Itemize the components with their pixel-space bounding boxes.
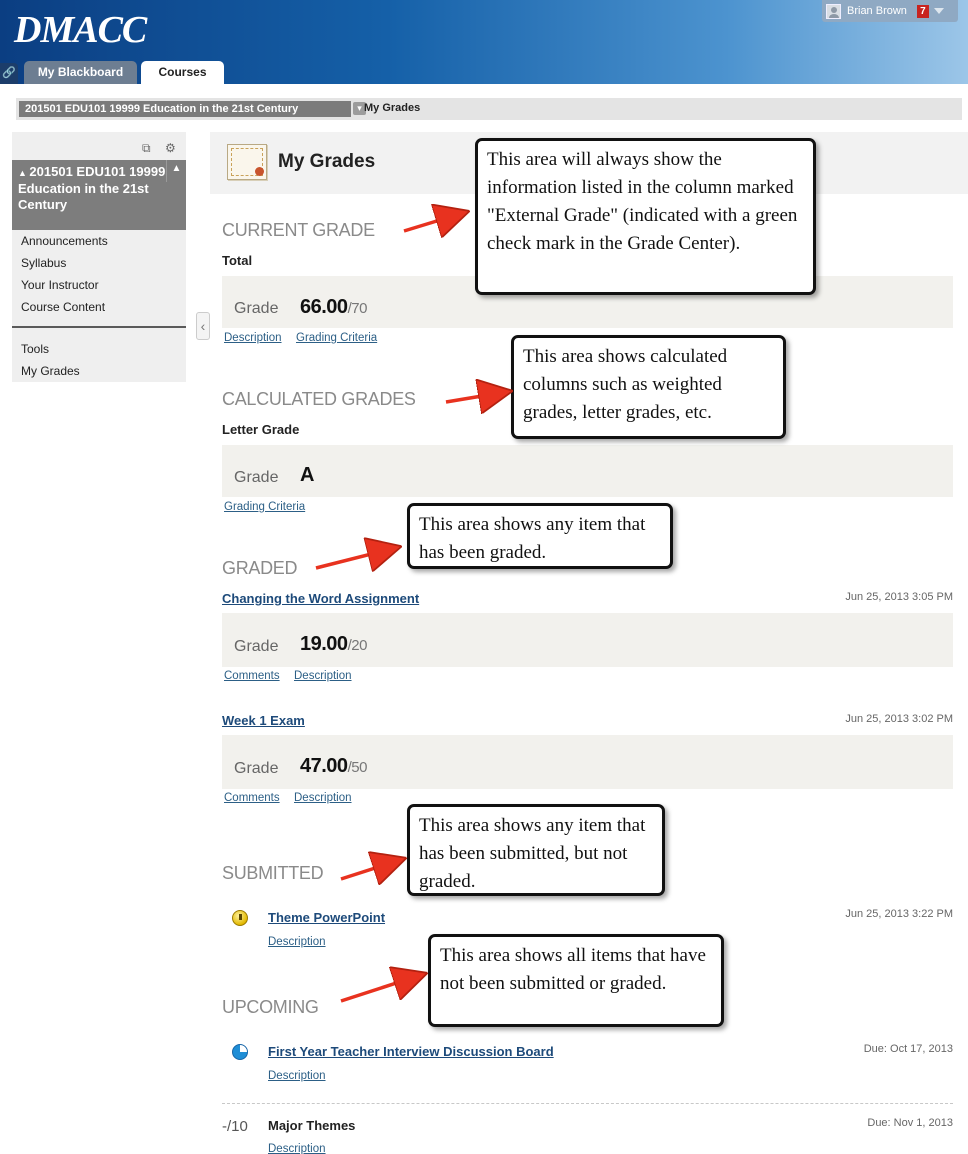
callout-calculated-grades: This area shows calculated columns such … (511, 335, 786, 439)
graded-item-link[interactable]: Week 1 Exam (222, 713, 305, 728)
grade-value: 66.00/70 (300, 296, 367, 318)
sidebar-item-announcements[interactable]: Announcements (21, 234, 108, 248)
logo[interactable]: DMACC (14, 8, 147, 52)
item-score: -/10 (222, 1118, 248, 1135)
section-heading-upcoming: UPCOMING (222, 997, 319, 1017)
section-heading-calculated-grades: CALCULATED GRADES (222, 389, 416, 409)
user-menu[interactable]: Brian Brown 7 (822, 0, 958, 22)
chevron-left-icon[interactable]: ‹ (196, 312, 210, 340)
grade-value: A (300, 464, 314, 486)
section-heading-submitted: SUBMITTED (222, 863, 324, 883)
page-title: My Grades (278, 151, 376, 172)
description-link[interactable]: Description (294, 792, 352, 804)
window-icon[interactable]: ⧉ (142, 141, 151, 156)
description-link[interactable]: Description (268, 1143, 326, 1154)
sidebar-item-tools[interactable]: Tools (21, 342, 49, 356)
callout-current-grade: This area will always show the informati… (475, 138, 816, 295)
arrow-calculated-grades (445, 392, 506, 402)
sidebar-item-syllabus[interactable]: Syllabus (21, 256, 66, 270)
link-icon[interactable]: 🔗 (0, 63, 18, 84)
grade-label: Grade (234, 760, 279, 777)
grade-label: Grade (234, 638, 279, 655)
notification-badge[interactable]: 7 (916, 4, 929, 18)
sidebar-course-title: ▲ 201501 EDU101 19999 Education in the 2… (18, 164, 166, 212)
description-link[interactable]: Description (224, 332, 282, 344)
breadcrumb-current: My Grades (364, 102, 421, 114)
comments-link[interactable]: Comments (224, 670, 280, 682)
sidebar-item-course-content[interactable]: Course Content (21, 300, 105, 314)
sidebar-course-header[interactable]: ▲ 201501 EDU101 19999 Education in the 2… (12, 160, 186, 230)
clock-icon (232, 1044, 248, 1060)
grade-value: 47.00/50 (300, 755, 367, 777)
item-date: Jun 25, 2013 3:22 PM (845, 908, 953, 920)
grade-label: Grade (234, 469, 279, 486)
user-name[interactable]: Brian Brown (847, 5, 907, 17)
callout-upcoming: This area shows all items that have not … (428, 934, 724, 1027)
upcoming-item-name: Major Themes (268, 1118, 356, 1133)
sidebar-divider (12, 326, 186, 328)
grading-criteria-link[interactable]: Grading Criteria (224, 501, 305, 513)
item-date: Jun 25, 2013 3:02 PM (845, 713, 953, 725)
header: DMACC Brian Brown 7 🔗 My Blackboard Cour… (0, 0, 968, 84)
callout-submitted: This area shows any item that has been s… (407, 804, 665, 896)
upcoming-item-link[interactable]: First Year Teacher Interview Discussion … (268, 1044, 554, 1059)
current-grade-label: Total (222, 253, 253, 268)
chevron-up-icon[interactable]: ▲ (166, 160, 186, 182)
grade-value: 19.00/20 (300, 633, 367, 655)
divider (222, 1103, 953, 1104)
callout-graded: This area shows any item that has been g… (407, 503, 673, 569)
arrow-graded (315, 548, 395, 568)
breadcrumb-course[interactable]: 201501 EDU101 19999 Education in the 21s… (19, 101, 351, 117)
tab-my-blackboard[interactable]: My Blackboard (24, 61, 137, 84)
arrow-submitted (340, 860, 400, 879)
arrow-current-grade (403, 213, 463, 231)
breadcrumb: 201501 EDU101 19999 Education in the 21s… (16, 98, 962, 120)
grade-label: Grade (234, 300, 279, 317)
description-link[interactable]: Description (268, 1070, 326, 1082)
sidebar-item-my-grades[interactable]: My Grades (21, 364, 80, 378)
graded-item-link[interactable]: Changing the Word Assignment (222, 591, 419, 606)
gear-icon[interactable]: ⚙ (165, 141, 176, 155)
graded-item-box: Grade 47.00/50 (222, 735, 953, 789)
calculated-grade-box: Grade A (222, 445, 953, 497)
section-heading-current-grade: CURRENT GRADE (222, 220, 375, 240)
submitted-item-link[interactable]: Theme PowerPoint (268, 910, 385, 925)
sidebar-item-your-instructor[interactable]: Your Instructor (21, 278, 99, 292)
item-date: Due: Nov 1, 2013 (867, 1117, 953, 1129)
comments-link[interactable]: Comments (224, 792, 280, 804)
calculated-grade-label: Letter Grade (222, 422, 300, 437)
course-menu: ⧉ ⚙ ▲ 201501 EDU101 19999 Education in t… (12, 132, 186, 382)
section-heading-graded: GRADED (222, 558, 298, 578)
description-link[interactable]: Description (294, 670, 352, 682)
certificate-icon (227, 144, 267, 180)
grading-criteria-link[interactable]: Grading Criteria (296, 332, 377, 344)
arrow-upcoming (340, 975, 421, 1003)
avatar (826, 3, 841, 19)
graded-item-box: Grade 19.00/20 (222, 613, 953, 667)
description-link[interactable]: Description (268, 936, 326, 948)
item-date: Due: Oct 17, 2013 (863, 1043, 953, 1055)
item-date: Jun 25, 2013 3:05 PM (845, 591, 953, 603)
tab-courses[interactable]: Courses (141, 61, 224, 84)
exclamation-icon (232, 910, 248, 926)
caret-down-icon[interactable] (933, 8, 944, 14)
